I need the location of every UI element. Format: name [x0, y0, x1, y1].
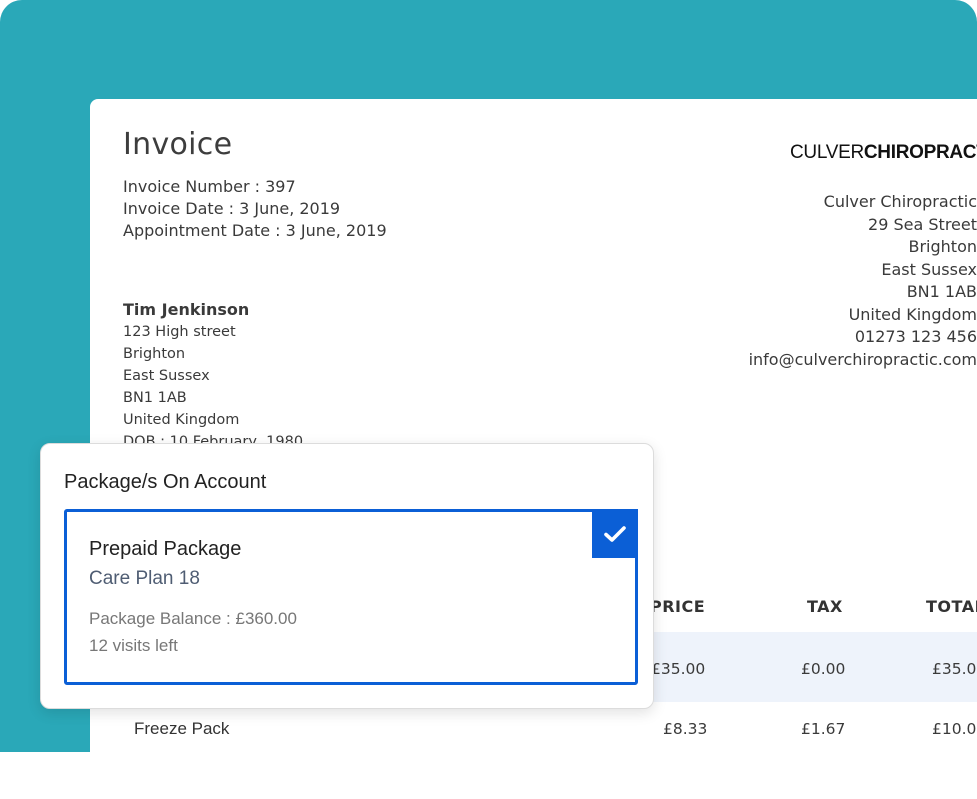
selected-checkbox[interactable]: [592, 509, 638, 558]
clinic-name: Culver Chiropractic: [823, 192, 977, 211]
package-balance: Package Balance : £360.00: [89, 609, 297, 628]
clinic-county: East Sussex: [881, 259, 977, 279]
row-1-price: £35.00: [651, 660, 706, 678]
row-2-tax: £1.67: [801, 720, 846, 738]
row-1-total: £35.00: [932, 660, 977, 678]
packages-heading: Package/s On Account: [64, 471, 267, 493]
appointment-date: Appointment Date : 3 June, 2019: [123, 221, 387, 240]
patient-postcode: BN1 1AB: [123, 390, 187, 406]
clinic-postcode: BN1 1AB: [906, 282, 977, 301]
check-icon: [604, 525, 626, 542]
clinic-country: United Kingdom: [848, 304, 977, 324]
clinic-address: Culver Chiropractic 29 Sea Street Bright…: [577, 191, 977, 371]
brand-light: CULVER: [790, 142, 864, 163]
patient-address: Tim Jenkinson 123 High street Brighton E…: [123, 299, 303, 453]
package-visits: 12 visits left: [89, 636, 178, 655]
row-2-total: £10.00: [932, 720, 977, 738]
clinic-street: 29 Sea Street: [868, 214, 977, 234]
brand-bold: CHIROPRACTI: [863, 142, 977, 163]
clinic-email: info@culverchiropractic.com: [748, 349, 977, 369]
invoice-date: Invoice Date : 3 June, 2019: [123, 199, 341, 218]
patient-street: 123 High street: [123, 324, 236, 340]
packages-popup: Package/s On Account Prepaid Package Car…: [40, 443, 654, 709]
tax-column-header: TAX: [807, 597, 843, 616]
invoice-meta: Invoice Number : 397 Invoice Date : 3 Ju…: [123, 176, 387, 242]
price-column-header: PRICE: [650, 597, 706, 616]
package-card[interactable]: Prepaid Package Care Plan 18 Package Bal…: [64, 509, 638, 685]
clinic-phone: 01273 123 456: [854, 327, 977, 346]
total-column-header: TOTAL: [926, 597, 977, 616]
patient-city: Brighton: [123, 346, 186, 362]
row-1-tax: £0.00: [801, 660, 846, 678]
package-type: Prepaid Package: [89, 538, 242, 560]
row-2-price: £8.33: [663, 720, 708, 738]
clinic-logo: CULVERCHIROPRACTI: [790, 142, 977, 164]
invoice-title: Invoice: [123, 127, 233, 162]
package-plan: Care Plan 18: [89, 568, 200, 589]
patient-name: Tim Jenkinson: [123, 300, 250, 319]
patient-country: United Kingdom: [123, 412, 240, 428]
clinic-city: Brighton: [908, 237, 977, 256]
invoice-number: Invoice Number : 397: [123, 177, 296, 196]
patient-county: East Sussex: [123, 368, 210, 384]
row-2-item: Freeze Pack: [134, 719, 230, 738]
